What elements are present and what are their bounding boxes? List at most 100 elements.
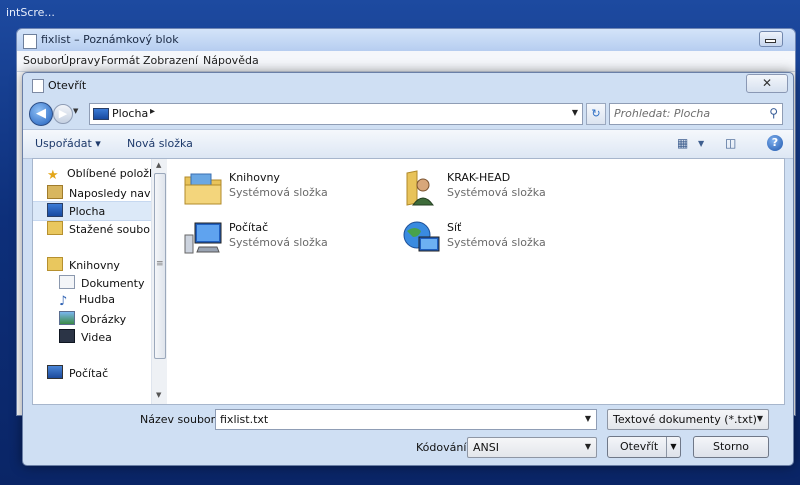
libraries-folder-icon: [184, 173, 222, 205]
recent-places-icon: [47, 185, 63, 199]
music-icon: ♪: [59, 294, 68, 309]
open-button[interactable]: Otevřít ▼: [607, 436, 681, 458]
filename-dropdown-icon[interactable]: ▼: [585, 414, 591, 423]
item-description: Systémová složka: [447, 186, 546, 199]
item-name: Knihovny: [229, 171, 280, 184]
dialog-icon: [32, 79, 44, 93]
libraries-icon: [47, 257, 63, 271]
star-icon: ★: [47, 168, 59, 183]
refresh-button[interactable]: ↻: [586, 103, 606, 125]
nav-favorites-label: Oblíbené položky: [67, 167, 151, 180]
scroll-down-icon[interactable]: ▼: [156, 391, 161, 399]
nav-documents-label: Dokumenty: [81, 277, 145, 290]
nav-pictures-label: Obrázky: [81, 313, 127, 326]
organize-button[interactable]: Uspořádat ▾: [35, 137, 101, 150]
nav-music-label: Hudba: [79, 293, 115, 306]
encoding-dropdown-icon[interactable]: ▼: [585, 442, 591, 451]
item-name: KRAK-HEAD: [447, 171, 511, 184]
search-input[interactable]: [614, 106, 759, 120]
notepad-titlebar[interactable]: fixlist – Poznámkový blok: [17, 29, 795, 51]
scroll-grip-icon: ≡: [156, 259, 164, 269]
videos-icon: [59, 329, 75, 343]
view-dropdown-icon[interactable]: ▼: [698, 139, 704, 148]
help-icon[interactable]: ?: [767, 135, 783, 151]
nav-downloads-label: Stažené soubory: [69, 223, 151, 236]
filetype-dropdown-icon[interactable]: ▼: [757, 414, 763, 423]
filename-field[interactable]: fixlist.txt ▼: [215, 409, 597, 430]
breadcrumb-arrow-icon[interactable]: ▸: [150, 106, 155, 117]
nav-documents[interactable]: Dokumenty: [59, 275, 144, 290]
address-row: ◀ ▶ ▼ Plocha ▸ ▼ ↻ ⚲: [23, 97, 793, 129]
nav-downloads[interactable]: Stažené soubory: [47, 221, 151, 236]
filetype-select[interactable]: Textové dokumenty (*.txt) ▼: [607, 409, 769, 430]
list-item[interactable]: Síť Systémová složka: [401, 219, 601, 259]
nav-videos-label: Videa: [81, 331, 112, 344]
encoding-value: ANSI: [473, 441, 499, 454]
address-dropdown-icon[interactable]: ▼: [572, 108, 578, 117]
menu-edit[interactable]: Úpravy: [61, 54, 100, 67]
computer-icon: [47, 365, 63, 379]
computer-icon: [184, 222, 222, 254]
nav-recent-label: Naposledy navští: [69, 187, 151, 200]
pictures-icon: [59, 311, 75, 325]
notepad-icon: [23, 34, 37, 49]
filename-value[interactable]: fixlist.txt: [220, 413, 268, 426]
dialog-footer: Název souboru: fixlist.txt ▼ Textové dok…: [23, 405, 793, 465]
list-item[interactable]: Počítač Systémová složka: [183, 219, 383, 259]
menu-format[interactable]: Formát: [101, 54, 140, 67]
nav-scrollbar[interactable]: ▲ ≡ ▼: [151, 159, 167, 404]
nav-libraries-label: Knihovny: [69, 259, 120, 272]
nav-libraries[interactable]: Knihovny: [47, 257, 120, 272]
menu-view[interactable]: Zobrazení: [143, 54, 198, 67]
menu-help[interactable]: Nápověda: [203, 54, 259, 67]
organize-label: Uspořádat: [35, 137, 92, 150]
search-icon[interactable]: ⚲: [769, 106, 778, 120]
recent-pages-chevron-icon[interactable]: ▼: [73, 107, 78, 115]
breadcrumb-location[interactable]: Plocha: [112, 107, 148, 120]
nav-desktop[interactable]: Plocha: [47, 203, 105, 218]
desktop-text: intScre...: [6, 6, 55, 19]
downloads-folder-icon: [47, 221, 63, 235]
navigation-pane: ★ Oblíbené položky Naposledy navští Ploch…: [33, 159, 151, 404]
back-button[interactable]: ◀: [29, 102, 53, 126]
search-box[interactable]: ⚲: [609, 103, 783, 125]
encoding-select[interactable]: ANSI ▼: [467, 437, 597, 458]
desktop-icon: [47, 203, 63, 217]
nav-music[interactable]: ♪ Hudba: [59, 293, 115, 308]
list-item[interactable]: Knihovny Systémová složka: [183, 169, 383, 209]
scroll-up-icon[interactable]: ▲: [156, 161, 161, 169]
dialog-titlebar[interactable]: Otevřít ✕: [23, 73, 793, 97]
list-item[interactable]: KRAK-HEAD Systémová složka: [401, 169, 601, 209]
item-description: Systémová složka: [229, 236, 328, 249]
nav-pictures[interactable]: Obrázky: [59, 311, 126, 326]
browser-pane: ★ Oblíbené položky Naposledy navští Ploch…: [32, 158, 785, 405]
preview-pane-icon[interactable]: ◫: [725, 136, 736, 150]
command-toolbar: Uspořádat ▾ Nová složka ▦ ▼ ◫ ?: [23, 129, 793, 159]
cancel-button[interactable]: Storno: [693, 436, 769, 458]
nav-desktop-label: Plocha: [69, 205, 106, 218]
nav-recent[interactable]: Naposledy navští: [47, 185, 151, 200]
filetype-value: Textové dokumenty (*.txt): [613, 413, 757, 426]
network-globe-icon: [403, 221, 440, 252]
view-options-icon[interactable]: ▦: [677, 136, 688, 150]
menu-file[interactable]: Soubor: [23, 54, 62, 67]
file-list: Knihovny Systémová složka KRAK-HEAD Syst…: [167, 159, 784, 404]
notepad-menubar: Soubor Úpravy Formát Zobrazení Nápověda: [17, 51, 795, 72]
close-button[interactable]: ✕: [746, 74, 788, 93]
new-folder-button[interactable]: Nová složka: [127, 137, 193, 150]
desktop-icon: [93, 108, 109, 120]
item-description: Systémová složka: [447, 236, 546, 249]
open-split-arrow-icon[interactable]: ▼: [666, 437, 680, 457]
user-folder-icon: [406, 170, 434, 206]
minimize-button[interactable]: [759, 31, 783, 47]
forward-button[interactable]: ▶: [53, 104, 73, 124]
nav-videos[interactable]: Videa: [59, 329, 112, 344]
item-name: Síť: [447, 221, 462, 234]
item-name: Počítač: [229, 221, 269, 234]
address-bar[interactable]: Plocha ▸ ▼: [89, 103, 583, 125]
nav-favorites[interactable]: ★ Oblíbené položky: [47, 167, 151, 182]
item-description: Systémová složka: [229, 186, 328, 199]
filename-label: Název souboru:: [140, 413, 226, 426]
nav-computer[interactable]: Počítač: [47, 365, 108, 380]
encoding-label: Kódování:: [416, 441, 471, 454]
